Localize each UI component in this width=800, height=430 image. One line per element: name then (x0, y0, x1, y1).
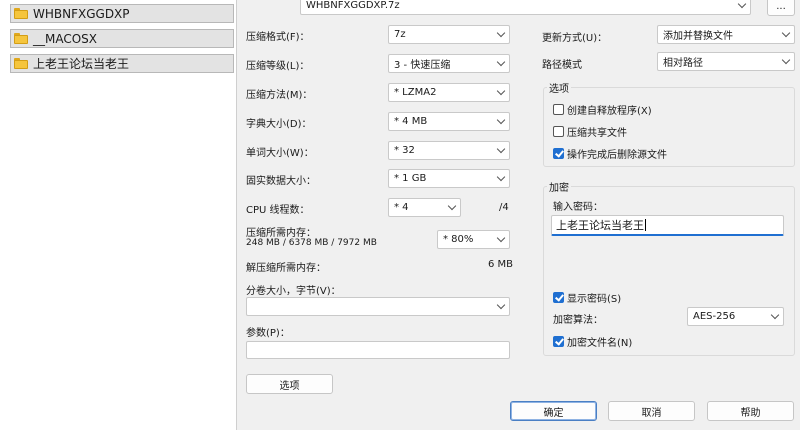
password-label: 输入密码： (553, 202, 603, 213)
archive-path-combo[interactable]: WHBNFXGGDXP.7z (300, 0, 751, 15)
method-select[interactable]: * LZMA2 (388, 83, 510, 102)
text-caret (645, 219, 646, 231)
format-label: 压缩格式(F)： (246, 32, 310, 43)
params-label: 参数(P)： (246, 328, 290, 339)
dict-label: 字典大小(D)： (246, 119, 312, 130)
password-input[interactable]: 上老王论坛当老王 (551, 215, 784, 236)
chevron-down-icon (496, 57, 506, 67)
chevron-down-icon (781, 55, 791, 65)
decomp-label: 解压缩所需内存： (246, 263, 326, 274)
word-value: * 32 (394, 145, 415, 156)
file-item-laowang[interactable]: 上老王论坛当老王 (10, 54, 234, 73)
path-label: 路径模式 (542, 60, 582, 71)
solid-value: * 1 GB (394, 173, 427, 184)
file-item-label: WHBNFXGGDXP (33, 6, 130, 21)
solid-select[interactable]: * 1 GB (388, 169, 510, 188)
chevron-down-icon (496, 172, 506, 182)
path-select[interactable]: 相对路径 (657, 52, 795, 71)
cpu-value: * 4 (394, 202, 409, 213)
folder-icon (14, 8, 28, 19)
update-select[interactable]: 添加并替换文件 (657, 25, 795, 44)
path-value: 相对路径 (663, 58, 703, 69)
browse-button[interactable]: ... (767, 0, 795, 16)
encrypt-names-checkbox[interactable]: 加密文件名(N) (553, 334, 632, 349)
file-list: WHBNFXGGDXP __MACOSX 上老王论坛当老王 (0, 0, 236, 430)
folder-icon (14, 33, 28, 44)
show-password-label: 显示密码(S) (567, 294, 622, 305)
cpu-label: CPU 线程数： (246, 205, 310, 216)
check-icon (553, 148, 564, 159)
params-input[interactable] (246, 341, 510, 359)
check-icon (553, 336, 564, 347)
archive-path-value: WHBNFXGGDXP.7z (306, 0, 400, 11)
sfx-checkbox[interactable]: 创建自释放程序(X) (553, 102, 652, 117)
mem-detail: 248 MB / 6378 MB / 7972 MB (246, 238, 377, 248)
chevron-down-icon (770, 310, 780, 320)
file-item-label: __MACOSX (33, 31, 98, 46)
chevron-down-icon (496, 28, 506, 38)
chevron-down-icon (496, 144, 506, 154)
folder-icon (14, 58, 28, 69)
mem-label: 压缩所需内存： (246, 228, 316, 239)
encryption-group-title: 加密 (547, 179, 571, 194)
level-value: 3 - 快速压缩 (394, 60, 451, 71)
shared-label: 压缩共享文件 (567, 128, 627, 139)
level-label: 压缩等级(L)： (246, 61, 310, 72)
update-value: 添加并替换文件 (663, 31, 733, 42)
cancel-button[interactable]: 取消 (608, 401, 695, 421)
chevron-down-icon (496, 300, 506, 310)
mem-select[interactable]: * 80% (437, 230, 510, 249)
update-label: 更新方式(U)： (542, 33, 608, 44)
split-select[interactable] (246, 297, 510, 316)
chevron-down-icon (496, 233, 506, 243)
checkbox-box (553, 104, 564, 115)
help-button[interactable]: 帮助 (707, 401, 794, 421)
decomp-value: 6 MB (488, 259, 514, 270)
chevron-down-icon (737, 0, 747, 9)
file-item-label: 上老王论坛当老王 (33, 57, 130, 71)
delete-source-label: 操作完成后删除源文件 (567, 150, 667, 161)
method-value: * LZMA2 (394, 87, 437, 98)
encrypt-names-label: 加密文件名(N) (567, 338, 633, 349)
cpu-select[interactable]: * 4 (388, 198, 461, 217)
sfx-label: 创建自释放程序(X) (567, 106, 652, 117)
chevron-down-icon (496, 115, 506, 125)
add-to-archive-dialog: WHBNFXGGDXP.7z ... 压缩格式(F)： 7z 压缩等级(L)： … (236, 0, 800, 430)
options-group-title: 选项 (547, 80, 571, 95)
delete-source-checkbox[interactable]: 操作完成后删除源文件 (553, 146, 667, 161)
ok-button[interactable]: 确定 (510, 401, 597, 421)
word-select[interactable]: * 32 (388, 141, 510, 160)
mem-value: * 80% (443, 234, 474, 245)
level-select[interactable]: 3 - 快速压缩 (388, 54, 510, 73)
method-label: 压缩方法(M)： (246, 90, 313, 101)
shared-checkbox[interactable]: 压缩共享文件 (553, 124, 627, 139)
chevron-down-icon (496, 86, 506, 96)
format-value: 7z (394, 29, 406, 40)
enc-method-label: 加密算法： (553, 315, 603, 326)
solid-label: 固实数据大小： (246, 176, 316, 187)
word-label: 单词大小(W)： (246, 148, 314, 159)
password-value: 上老王论坛当老王 (556, 219, 644, 232)
cpu-total: /4 (499, 202, 509, 213)
split-label: 分卷大小，字节(V)： (246, 286, 341, 297)
file-item-macosx[interactable]: __MACOSX (10, 29, 234, 48)
file-item-whbnfxggdxp[interactable]: WHBNFXGGDXP (10, 4, 234, 23)
chevron-down-icon (447, 201, 457, 211)
format-select[interactable]: 7z (388, 25, 510, 44)
show-password-checkbox[interactable]: 显示密码(S) (553, 290, 621, 305)
enc-method-select[interactable]: AES-256 (687, 307, 784, 326)
enc-method-value: AES-256 (693, 311, 736, 322)
dict-value: * 4 MB (394, 116, 428, 127)
chevron-down-icon (781, 28, 791, 38)
checkbox-box (553, 126, 564, 137)
dict-select[interactable]: * 4 MB (388, 112, 510, 131)
check-icon (553, 292, 564, 303)
options-button[interactable]: 选项 (246, 374, 333, 394)
